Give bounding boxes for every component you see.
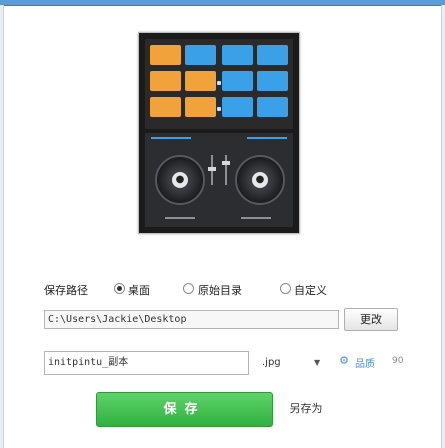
- pad: [222, 71, 253, 91]
- radio-custom-label[interactable]: 自定义: [294, 282, 327, 298]
- preview-deck-panel: ● ●: [145, 133, 293, 227]
- preview-pad-panel: [145, 39, 293, 129]
- pad: [150, 71, 181, 91]
- turntable-logo: ●: [252, 172, 268, 188]
- pad: [257, 97, 288, 117]
- fader: [225, 155, 227, 185]
- pad-divider: [217, 107, 221, 111]
- radio-desktop[interactable]: [114, 283, 125, 294]
- deck-strip: [151, 137, 191, 139]
- pad: [185, 45, 216, 65]
- pad: [222, 97, 253, 117]
- radio-original-folder[interactable]: [183, 283, 194, 294]
- quality-label[interactable]: 品质: [355, 355, 375, 370]
- radio-custom[interactable]: [280, 283, 291, 294]
- turntable-left: ●: [155, 155, 205, 205]
- window-top-bar: [0, 0, 445, 6]
- quality-value: 90: [392, 356, 404, 366]
- pad: [150, 45, 181, 65]
- pad: [185, 97, 216, 117]
- pad: [150, 97, 181, 117]
- radio-original-folder-label[interactable]: 原始目录: [198, 282, 242, 298]
- save-as-button[interactable]: 另存为: [280, 398, 332, 420]
- radio-desktop-label[interactable]: 桌面: [128, 282, 150, 298]
- chevron-down-icon: ▼: [314, 358, 321, 367]
- format-select[interactable]: .jpg ▼: [262, 355, 328, 371]
- deck-strip: [241, 217, 271, 219]
- pad: [257, 71, 288, 91]
- image-preview: ● ●: [138, 32, 300, 234]
- deck-strip: [247, 137, 287, 139]
- fader-knob: [222, 161, 230, 165]
- gear-icon[interactable]: ⚙: [338, 355, 350, 367]
- save-button[interactable]: 保存: [96, 392, 273, 427]
- deck-strip: [165, 217, 195, 219]
- save-path-field[interactable]: C:\Users\Jackie\Desktop: [44, 310, 339, 329]
- window-frame-right: [441, 5, 445, 448]
- fader-knob: [208, 167, 216, 171]
- pad: [185, 71, 216, 91]
- change-path-button[interactable]: 更改: [344, 308, 398, 331]
- format-value: .jpg: [262, 357, 281, 368]
- turntable-logo: ●: [172, 172, 188, 188]
- window-frame-left: [0, 5, 4, 448]
- file-name-input[interactable]: initpintu_副本: [44, 351, 249, 375]
- pad: [222, 45, 253, 65]
- save-location-label: 保存路径: [44, 284, 88, 297]
- pad-divider: [217, 81, 221, 85]
- pad: [257, 45, 288, 65]
- turntable-right: ●: [235, 155, 285, 205]
